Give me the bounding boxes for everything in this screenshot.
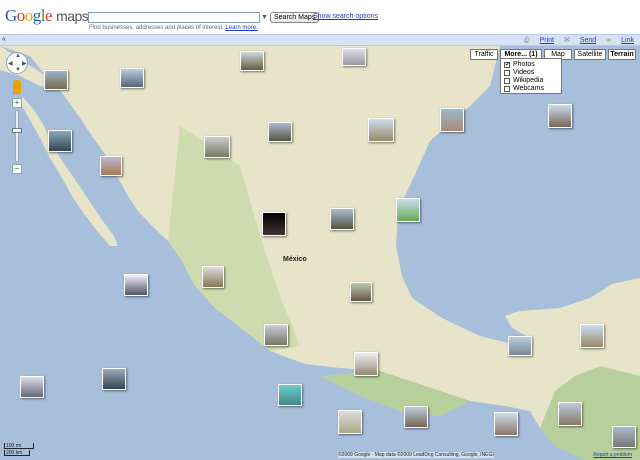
photo-thumbnail[interactable]	[278, 384, 302, 406]
photo-thumbnail[interactable]	[338, 410, 362, 434]
collapse-panel-icon[interactable]: «	[2, 36, 6, 43]
map-canvas[interactable]: México ▲ ◀ ▶ ▼ + − Traffic More... (1) M…	[0, 46, 640, 460]
copyright-text: ©2009 Google - Map data ©2009 LeadDog Co…	[338, 452, 494, 458]
wikipedia-checkbox[interactable]	[504, 78, 510, 84]
photo-thumbnail[interactable]	[350, 282, 372, 302]
street-view-pegman-icon[interactable]	[13, 80, 21, 94]
photo-thumbnail[interactable]	[440, 108, 464, 132]
photo-thumbnail[interactable]	[354, 352, 378, 376]
header: Google maps ▼ Search Maps Show search opt…	[0, 0, 640, 34]
photo-thumbnail[interactable]	[508, 336, 532, 356]
photo-thumbnail[interactable]	[262, 212, 286, 236]
photo-thumbnail[interactable]	[44, 70, 68, 90]
google-maps-logo[interactable]: Google maps	[5, 6, 89, 26]
layer-photos[interactable]: ✔ Photos	[504, 61, 558, 69]
link-icon: ∞	[606, 37, 612, 44]
city-label-mexico: México	[283, 256, 307, 263]
search-dropdown-icon[interactable]: ▼	[261, 12, 268, 23]
photo-thumbnail[interactable]	[330, 208, 354, 230]
search-input[interactable]	[88, 12, 260, 23]
zoom-slider-handle[interactable]	[12, 128, 22, 133]
photo-thumbnail[interactable]	[404, 406, 428, 428]
pan-up-icon[interactable]: ▲	[15, 53, 21, 59]
search-hint: Find businesses, addresses and places of…	[89, 25, 258, 31]
photos-checkbox[interactable]: ✔	[504, 62, 510, 68]
satellite-button[interactable]: Satellite	[574, 49, 606, 60]
photo-thumbnail[interactable]	[558, 402, 582, 426]
photo-thumbnail[interactable]	[204, 136, 230, 158]
send-icon: ✉	[563, 37, 570, 44]
photo-thumbnail[interactable]	[202, 266, 224, 288]
toolbar: « ⎙ Print ✉ Send ∞ Link	[0, 34, 640, 46]
scale-bar: 100 mi 200 km	[4, 443, 34, 457]
zoom-out-button[interactable]: −	[12, 164, 22, 174]
zoom-slider[interactable]	[15, 110, 19, 162]
photo-thumbnail[interactable]	[396, 198, 420, 222]
photo-thumbnail[interactable]	[612, 426, 636, 448]
show-search-options-link[interactable]: Show search options	[313, 13, 378, 20]
photo-thumbnail[interactable]	[342, 48, 366, 66]
map-terrain	[0, 46, 640, 460]
link-link[interactable]: Link	[621, 37, 634, 44]
print-link[interactable]: Print	[540, 37, 554, 44]
layer-webcams[interactable]: Webcams	[504, 85, 558, 93]
photo-thumbnail[interactable]	[48, 130, 72, 152]
terrain-button[interactable]: Terrain	[608, 49, 636, 60]
photo-thumbnail[interactable]	[494, 412, 518, 436]
learn-more-link[interactable]: Learn more.	[225, 25, 257, 31]
print-icon: ⎙	[524, 37, 530, 44]
photo-thumbnail[interactable]	[120, 68, 144, 88]
webcams-checkbox[interactable]	[504, 86, 510, 92]
photo-thumbnail[interactable]	[268, 122, 292, 142]
pan-control[interactable]: ▲ ◀ ▶ ▼	[6, 52, 28, 74]
photo-thumbnail[interactable]	[548, 104, 572, 128]
photo-thumbnail[interactable]	[580, 324, 604, 348]
photo-thumbnail[interactable]	[368, 118, 394, 142]
videos-checkbox[interactable]	[504, 70, 510, 76]
pan-left-icon[interactable]: ◀	[8, 60, 13, 67]
pan-down-icon[interactable]: ▼	[15, 67, 21, 73]
map-controls: ▲ ◀ ▶ ▼ + −	[6, 52, 28, 174]
more-layers-panel: ✔ Photos Videos Wikipedia Webcams	[500, 58, 562, 94]
zoom-in-button[interactable]: +	[12, 98, 22, 108]
layer-videos[interactable]: Videos	[504, 69, 558, 77]
photo-thumbnail[interactable]	[102, 368, 126, 390]
report-problem-link[interactable]: Report a problem	[593, 452, 632, 458]
photo-thumbnail[interactable]	[100, 156, 122, 176]
layer-wikipedia[interactable]: Wikipedia	[504, 77, 558, 85]
toolbar-links: ⎙ Print ✉ Send ∞ Link	[516, 36, 634, 45]
send-link[interactable]: Send	[580, 37, 596, 44]
traffic-button[interactable]: Traffic	[470, 49, 498, 60]
photo-thumbnail[interactable]	[264, 324, 288, 346]
photo-thumbnail[interactable]	[20, 376, 44, 398]
search-maps-button[interactable]: Search Maps	[270, 12, 320, 23]
photo-thumbnail[interactable]	[124, 274, 148, 296]
pan-right-icon[interactable]: ▶	[22, 60, 27, 67]
photo-thumbnail[interactable]	[240, 51, 264, 71]
